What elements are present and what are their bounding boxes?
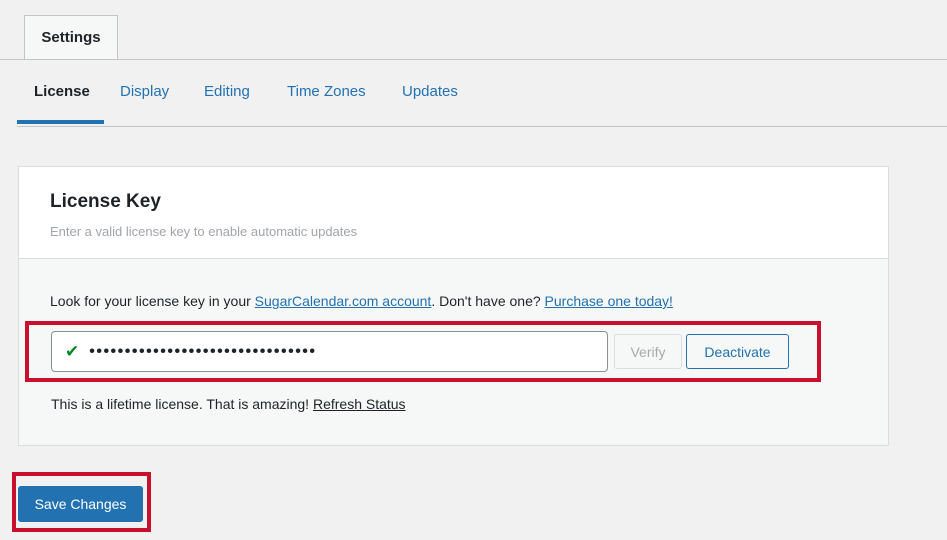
tab-updates[interactable]: Updates — [402, 60, 458, 123]
tab-display[interactable]: Display — [120, 60, 169, 123]
active-tab-indicator — [17, 120, 104, 124]
settings-tab[interactable]: Settings — [24, 15, 118, 59]
account-link[interactable]: SugarCalendar.com account — [255, 293, 432, 309]
license-title: License Key — [50, 191, 161, 212]
tab-editing[interactable]: Editing — [204, 60, 250, 123]
license-field-highlight — [25, 321, 821, 382]
tab-time-zones[interactable]: Time Zones — [287, 60, 366, 123]
save-button-highlight — [12, 472, 151, 532]
license-status: This is a lifetime license. That is amaz… — [51, 396, 406, 412]
status-text: This is a lifetime license. That is amaz… — [51, 396, 313, 412]
license-card-header: License Key Enter a valid license key to… — [19, 167, 888, 259]
tab-license[interactable]: License — [34, 60, 90, 123]
help-prefix: Look for your license key in your — [50, 293, 255, 309]
license-help-text: Look for your license key in your SugarC… — [50, 293, 673, 309]
purchase-link[interactable]: Purchase one today! — [545, 293, 673, 309]
help-middle: . Don't have one? — [431, 293, 545, 309]
settings-subnav: License Display Editing Time Zones Updat… — [17, 60, 947, 127]
license-description: Enter a valid license key to enable auto… — [50, 224, 358, 239]
refresh-status-link[interactable]: Refresh Status — [313, 396, 406, 412]
